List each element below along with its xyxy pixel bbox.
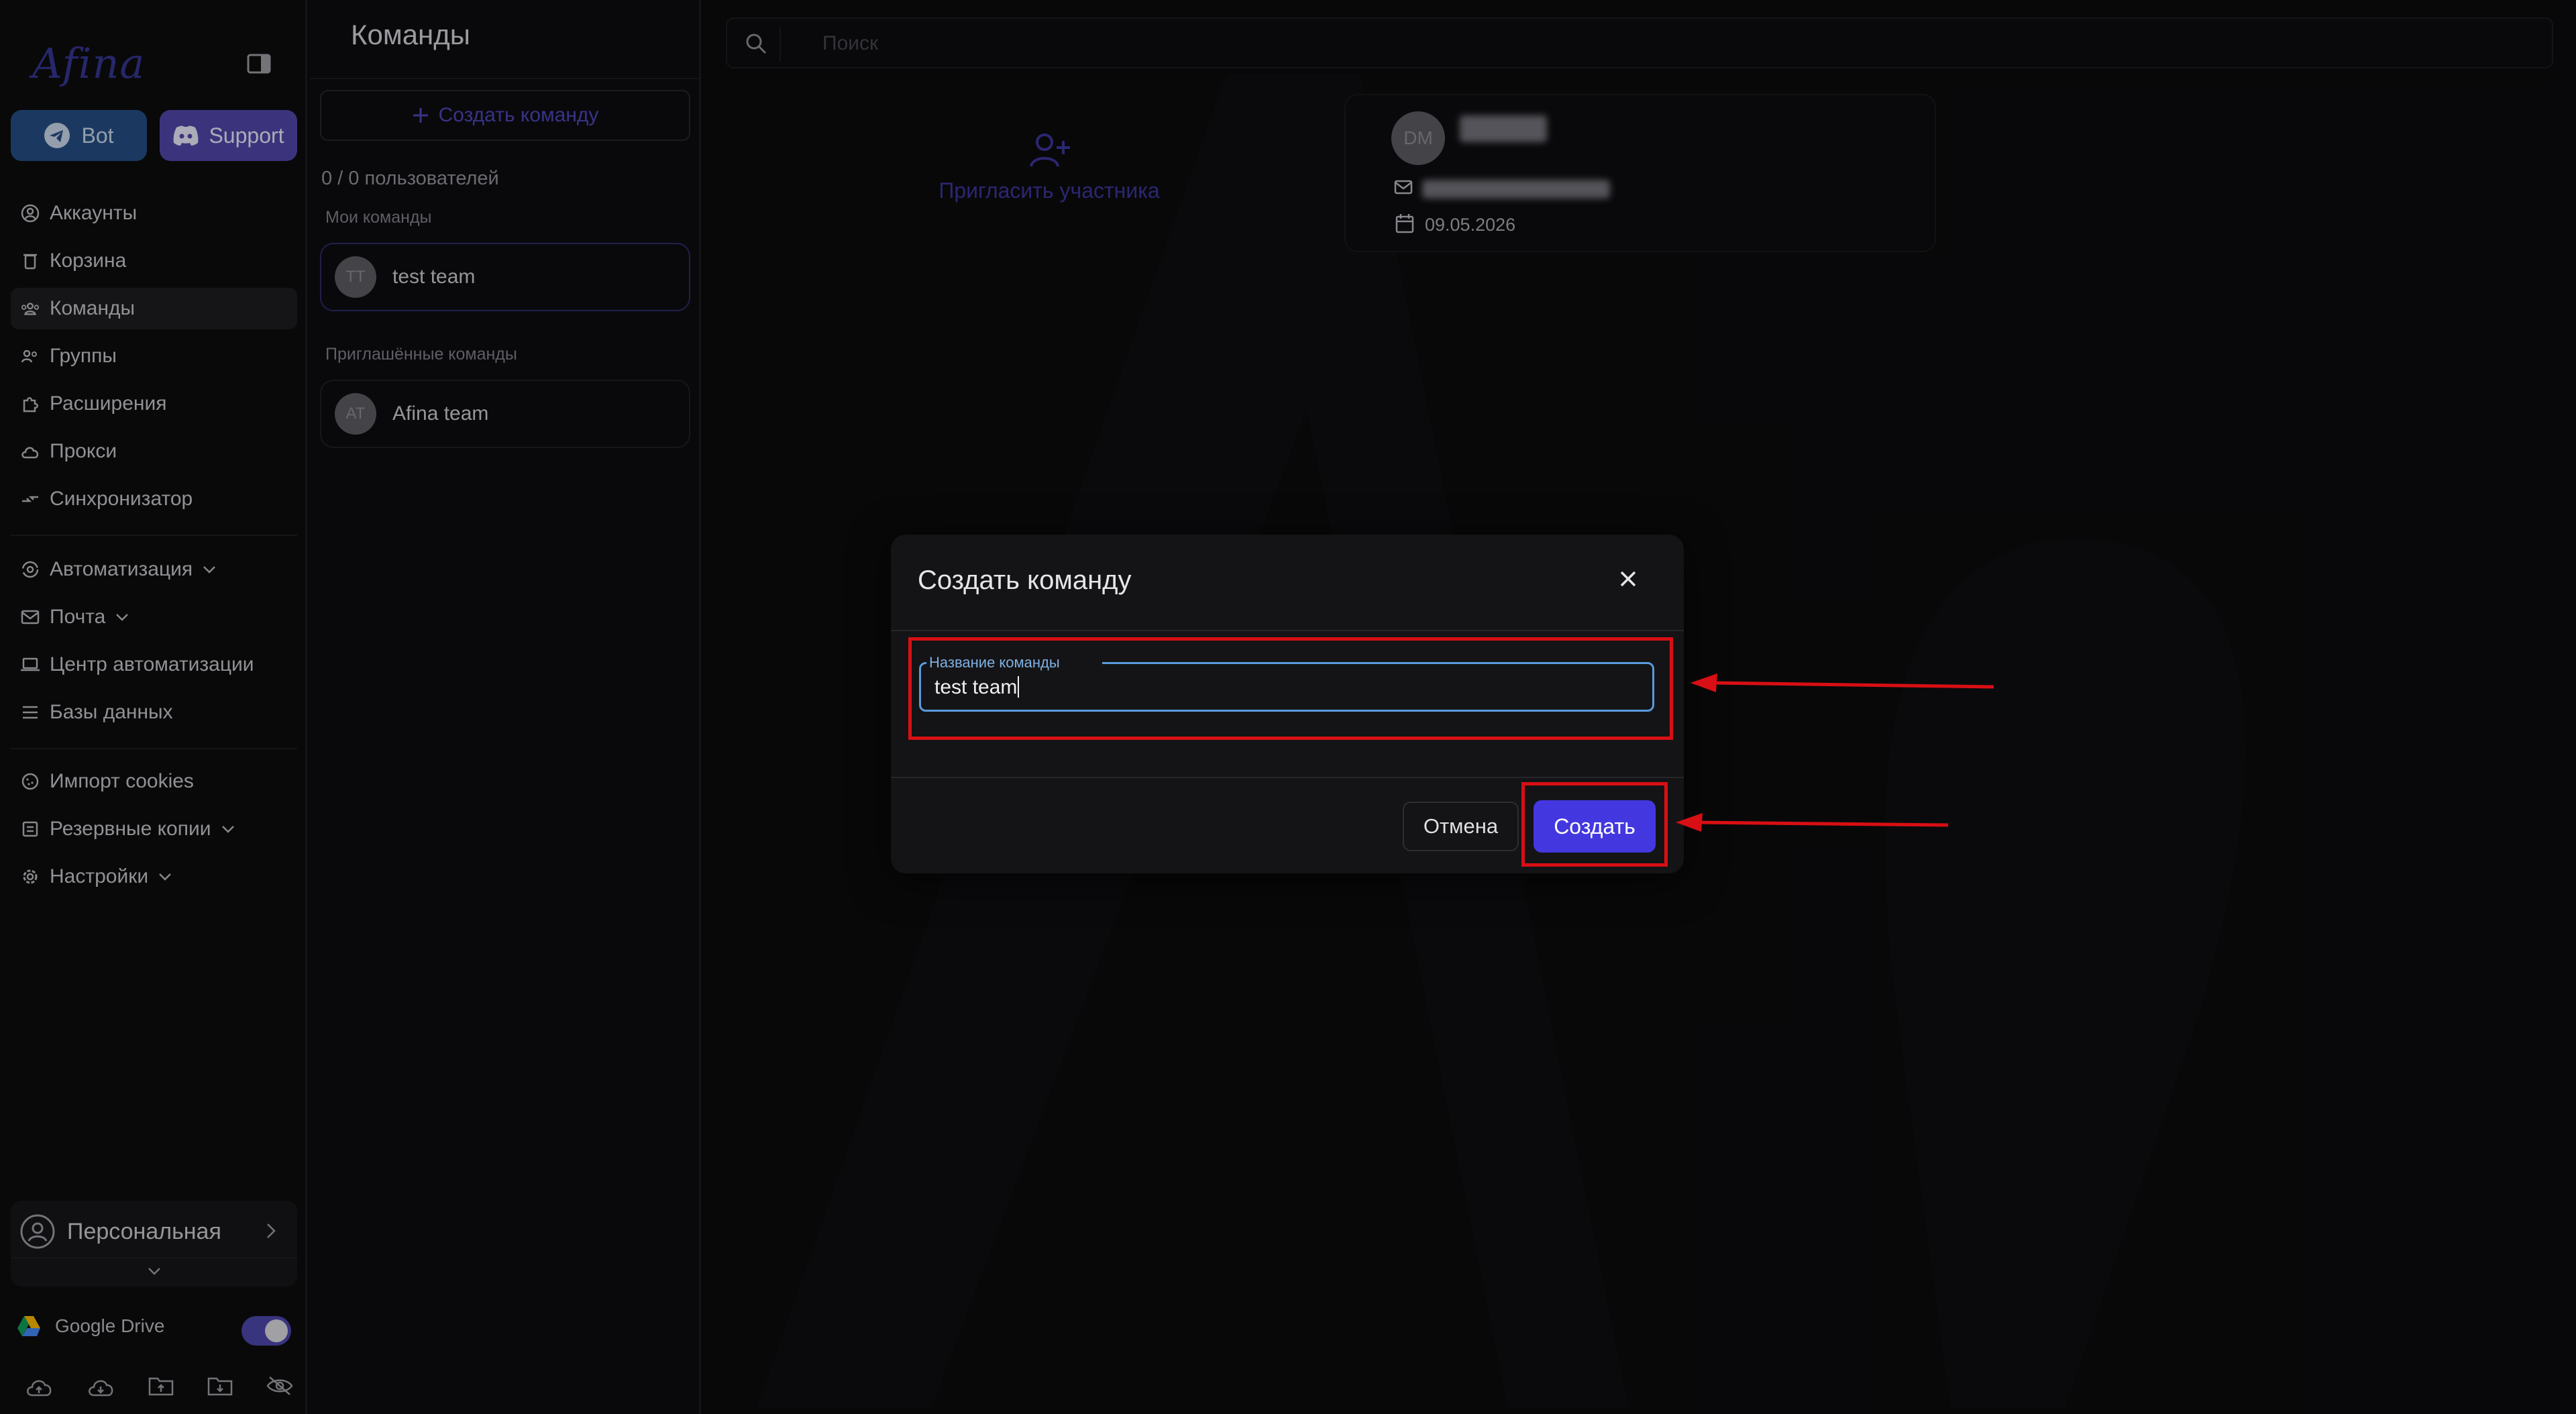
app-window: Afina Bot Support Аккаунты Корзина Коман… [0, 0, 2576, 1414]
cancel-button[interactable]: Отмена [1403, 802, 1519, 851]
highlight-box-field [908, 637, 1673, 740]
annotation-arrow-icon [1676, 809, 1953, 838]
dialog-title: Создать команду [918, 565, 1132, 595]
close-icon[interactable] [1619, 569, 1638, 588]
dialog-header-divider [891, 630, 1684, 631]
highlight-box-create [1521, 782, 1668, 867]
dialog-footer-divider [891, 777, 1684, 778]
annotation-arrow-icon [1690, 669, 1999, 699]
